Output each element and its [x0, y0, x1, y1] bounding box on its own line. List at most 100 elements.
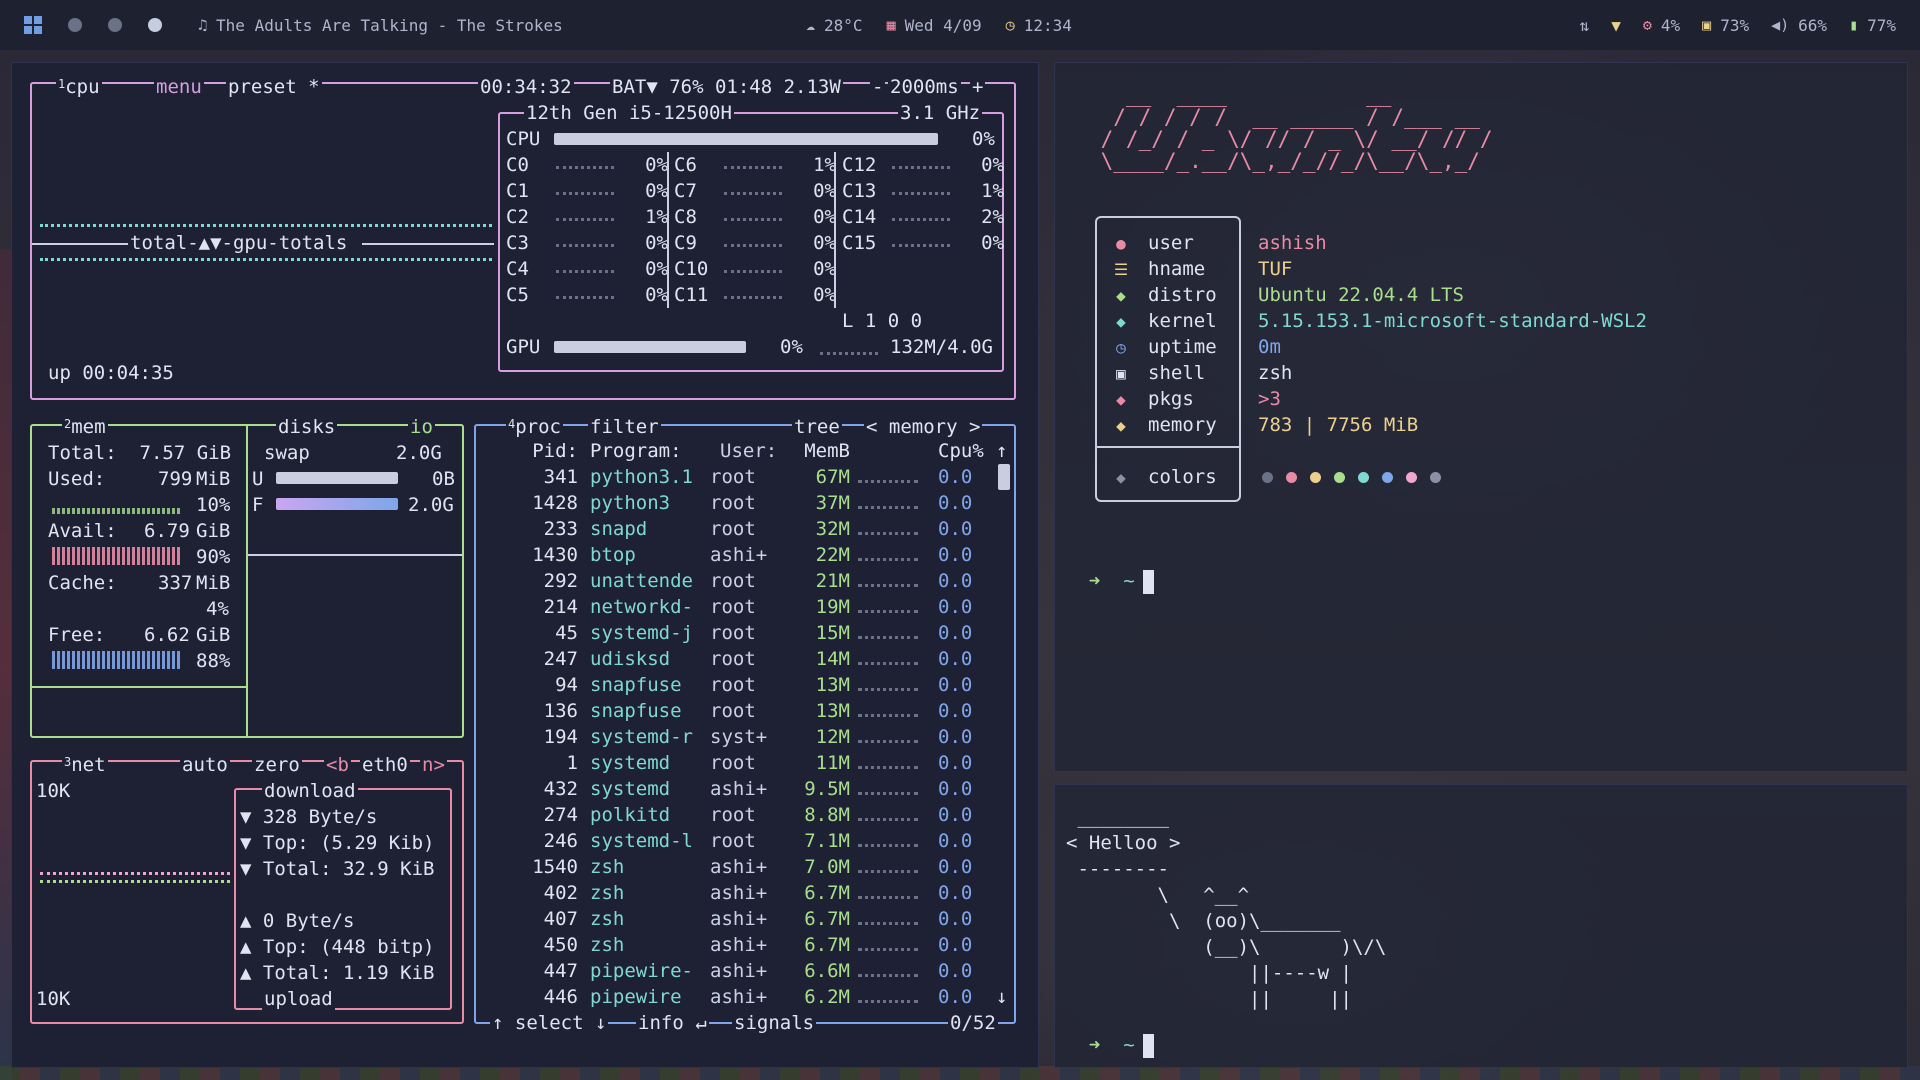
proc-row[interactable]: 194 systemd-r syst+ 12M 0.0	[480, 724, 1010, 750]
proc-row[interactable]: 247 udisksd root 14M 0.0	[480, 646, 1010, 672]
proc-filter[interactable]: filter	[588, 414, 661, 440]
proc-row[interactable]: 274 polkitd root 8.8M 0.0	[480, 802, 1010, 828]
network-traffic-icon[interactable]: ⇅	[1580, 16, 1590, 35]
preset-button[interactable]: preset *	[226, 74, 322, 100]
windows-start-icon[interactable]	[24, 16, 42, 34]
status-bar: ♫ The Adults Are Talking - The Strokes ☁…	[0, 0, 1920, 50]
cpu-panel-title[interactable]: 1cpu	[56, 74, 102, 100]
proc-row[interactable]: 1428 python3 root 37M 0.0	[480, 490, 1010, 516]
proc-title: proc	[515, 416, 561, 438]
proc-row[interactable]: 214 networkd-root 19M 0.0	[480, 594, 1010, 620]
cpu-total-pct: 0%	[972, 128, 995, 150]
core-sparkline	[724, 244, 782, 247]
proc-user: ashi+	[710, 856, 768, 878]
proc-mem: 15M	[815, 622, 850, 644]
header-user[interactable]: User:	[720, 438, 777, 464]
interval-increase[interactable]: +	[970, 74, 986, 100]
fastfetch-value: 5.15.153.1-microsoft-standard-WSL2	[1258, 310, 1647, 332]
proc-user: ashi+	[710, 908, 768, 930]
proc-program: systemd-l	[590, 830, 693, 852]
date[interactable]: ▦ Wed 4/09	[887, 16, 982, 35]
net-panel-title[interactable]: 3net	[62, 752, 108, 778]
core-pct: 0%	[813, 206, 836, 228]
disk-usage[interactable]: ▣ 73%	[1702, 16, 1749, 35]
proc-row[interactable]: 402 zsh ashi+ 6.7M 0.0	[480, 880, 1010, 906]
interval-decrease[interactable]: -	[870, 74, 886, 100]
io-toggle[interactable]: io	[408, 414, 435, 440]
wifi-icon[interactable]: ▼	[1611, 16, 1621, 35]
proc-cpu: 0.0	[938, 596, 973, 618]
panel-number: 2	[64, 417, 72, 431]
proc-info[interactable]: info ↵	[636, 1010, 709, 1036]
net-interface: eth0	[360, 752, 410, 778]
net-prev-interface[interactable]: <b	[324, 752, 351, 778]
proc-panel-title[interactable]: 4proc	[506, 414, 563, 440]
workspace-1[interactable]	[68, 18, 82, 32]
proc-row[interactable]: 432 systemd ashi+ 9.5M 0.0	[480, 776, 1010, 802]
core-name: C13	[842, 180, 877, 202]
proc-list[interactable]: 341 python3.1 root 67M 0.0 1428 python3 root 37M…	[480, 464, 1010, 1010]
proc-signals[interactable]: signals	[732, 1010, 817, 1036]
proc-row[interactable]: 233 snapd root 32M 0.0	[480, 516, 1010, 542]
menu-button[interactable]: menu	[154, 74, 204, 100]
mem-avail-label: Avail:	[48, 520, 117, 542]
proc-row[interactable]: 1540 zsh ashi+ 7.0M 0.0	[480, 854, 1010, 880]
disks-title[interactable]: disks	[276, 414, 338, 440]
now-playing[interactable]: ♫ The Adults Are Talking - The Strokes	[198, 16, 563, 35]
mem-panel-title[interactable]: 2mem	[62, 414, 108, 440]
battery[interactable]: ▮ 77%	[1849, 16, 1896, 35]
proc-row[interactable]: 1430 btop ashi+ 22M 0.0	[480, 542, 1010, 568]
proc-cpu: 0.0	[938, 882, 973, 904]
proc-row[interactable]: 246 systemd-l root 7.1M 0.0	[480, 828, 1010, 854]
proc-mem: 67M	[815, 466, 850, 488]
header-cpu[interactable]: Cpu%	[938, 438, 984, 464]
distro-icon: ◆	[1116, 285, 1126, 305]
proc-select[interactable]: ↑ select ↓	[490, 1010, 609, 1036]
proc-row[interactable]: 446 pipewire ashi+ 6.2M 0.0	[480, 984, 1010, 1010]
header-program[interactable]: Program:	[590, 438, 682, 464]
palette-swatch	[1358, 472, 1369, 483]
cpu-usage[interactable]: ⚙ 4%	[1643, 16, 1680, 35]
palette-swatch	[1334, 472, 1345, 483]
net-auto-toggle[interactable]: auto	[180, 752, 230, 778]
workspace-2[interactable]	[108, 18, 122, 32]
proc-row[interactable]: 94 snapfuse root 13M 0.0	[480, 672, 1010, 698]
mem-free-meter	[52, 651, 180, 669]
terminal-prompt[interactable]: ➜ ~	[1066, 542, 1154, 594]
proc-user: root	[710, 804, 756, 826]
weather[interactable]: ☁ 28°C	[806, 16, 863, 35]
terminal-prompt-2[interactable]: ➜ ~	[1066, 1006, 1154, 1058]
proc-scrollbar[interactable]	[998, 464, 1010, 490]
disk-usage-text: 73%	[1720, 15, 1750, 35]
workspace-3-active[interactable]	[148, 18, 162, 32]
package-icon: ◆	[1116, 389, 1126, 409]
proc-scroll-down[interactable]: ↓	[994, 984, 1010, 1010]
core-sparkline	[556, 218, 614, 221]
proc-row[interactable]: 45 systemd-j root 15M 0.0	[480, 620, 1010, 646]
proc-row[interactable]: 292 unattende root 21M 0.0	[480, 568, 1010, 594]
proc-row[interactable]: 341 python3.1 root 67M 0.0	[480, 464, 1010, 490]
proc-row[interactable]: 407 zsh ashi+ 6.7M 0.0	[480, 906, 1010, 932]
proc-row[interactable]: 450 zsh ashi+ 6.7M 0.0	[480, 932, 1010, 958]
net-zero-toggle[interactable]: zero	[252, 752, 302, 778]
proc-row[interactable]: 447 pipewire-ashi+ 6.6M 0.0	[480, 958, 1010, 984]
header-pid[interactable]: Pid:	[480, 438, 578, 464]
core-name: C10	[674, 258, 709, 280]
clock[interactable]: ◷ 12:34	[1006, 16, 1072, 35]
core-name: C8	[674, 206, 697, 228]
header-mem[interactable]: MemB	[770, 438, 850, 464]
net-next-interface[interactable]: n>	[420, 752, 447, 778]
fastfetch-row-kernel: ◆ kernel	[1110, 308, 1216, 334]
cpu-title: cpu	[65, 76, 100, 98]
proc-tree-toggle[interactable]: tree	[792, 414, 842, 440]
volume[interactable]: ◀) 66%	[1771, 16, 1827, 35]
proc-row[interactable]: 1 systemd root 11M 0.0	[480, 750, 1010, 776]
proc-cpu: 0.0	[938, 804, 973, 826]
proc-row[interactable]: 136 snapfuse root 13M 0.0	[480, 698, 1010, 724]
prompt-cwd: ~	[1123, 1034, 1135, 1056]
proc-sort-selector[interactable]: < memory >	[864, 414, 983, 440]
volume-text: 66%	[1798, 15, 1828, 35]
core-name: C5	[506, 284, 529, 306]
proc-pid: 1	[566, 752, 578, 774]
proc-user: syst+	[710, 726, 768, 748]
